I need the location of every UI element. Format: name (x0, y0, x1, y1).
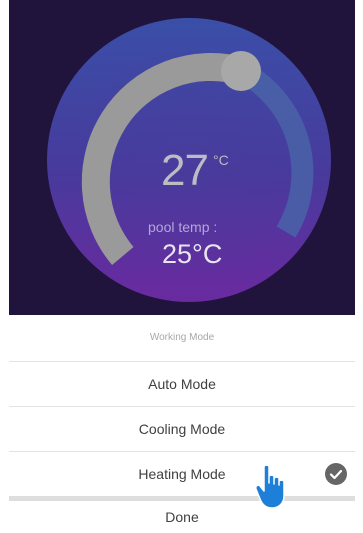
hand-pointer-icon (255, 464, 285, 509)
dial-knob[interactable] (221, 51, 261, 91)
working-mode-sheet: Working Mode Auto Mode Cooling Mode Heat… (9, 315, 355, 533)
pool-temperature: 25°C (162, 239, 223, 269)
option-cooling-mode[interactable]: Cooling Mode (9, 407, 355, 451)
app-screen: 27 °C pool temp : 25°C Working Mode Auto… (0, 0, 363, 533)
option-heating-mode[interactable]: Heating Mode (9, 452, 355, 496)
done-button[interactable]: Done (9, 501, 355, 533)
set-temperature: 27 (161, 146, 209, 195)
check-circle-icon (325, 463, 347, 485)
thermostat-panel: 27 °C pool temp : 25°C (9, 0, 355, 315)
pool-temp-label: pool temp : (148, 219, 218, 235)
option-auto-mode[interactable]: Auto Mode (9, 362, 355, 406)
sheet-title: Working Mode (149, 332, 215, 343)
set-temperature-unit: °C (213, 152, 229, 168)
left-margin (0, 0, 9, 533)
right-margin (355, 0, 363, 533)
